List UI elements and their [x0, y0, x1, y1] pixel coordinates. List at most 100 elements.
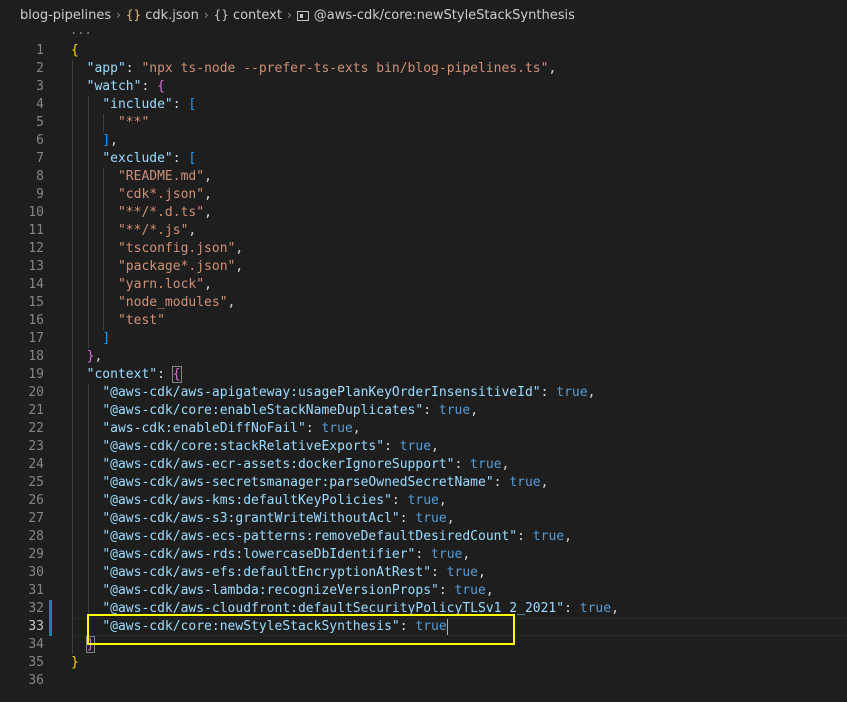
indent-guide: [87, 114, 89, 132]
json-key: "@aws-cdk/aws-lambda:recognizeVersionPro…: [102, 583, 439, 598]
json-key: "exclude": [102, 151, 173, 166]
code-line[interactable]: 11 "**/*.js",: [0, 222, 847, 240]
indent-guide: [87, 222, 89, 240]
indent-guide: [72, 636, 73, 654]
folded-region-marker[interactable]: ...: [70, 24, 92, 36]
code-line[interactable]: 24 "@aws-cdk/aws-ecr-assets:dockerIgnoreS…: [0, 456, 847, 474]
chevron-right-icon: ›: [203, 8, 209, 22]
json-string: "**/*.js": [117, 223, 189, 238]
json-string: "**": [117, 115, 150, 130]
code-line[interactable]: 35}: [0, 654, 847, 672]
indent-guide: [103, 276, 105, 294]
code-line[interactable]: 22 "aws-cdk:enableDiffNoFail": true,: [0, 420, 847, 438]
indent-guide: [87, 456, 89, 474]
code-line[interactable]: 19 "context": {: [0, 366, 847, 384]
indent-guide: [87, 564, 89, 582]
code-line[interactable]: 13 "package*.json",: [0, 258, 847, 276]
indent-guide: [72, 276, 73, 294]
code-line[interactable]: 8 "README.md",: [0, 168, 847, 186]
indent-guide: [87, 474, 89, 492]
code-line[interactable]: 18},: [0, 348, 847, 366]
code-line[interactable]: 15 "node_modules",: [0, 294, 847, 312]
code-line[interactable]: 27 "@aws-cdk/aws-s3:grantWriteWithoutAcl"…: [0, 510, 847, 528]
code-line[interactable]: 9 "cdk*.json",: [0, 186, 847, 204]
indent-guide: [72, 402, 73, 420]
indent-guide: [72, 366, 73, 384]
indent-guide: [72, 456, 73, 474]
code-line[interactable]: 26 "@aws-cdk/aws-kms:defaultKeyPolicies":…: [0, 492, 847, 510]
code-line[interactable]: 25 "@aws-cdk/aws-secretsmanager:parseOwne…: [0, 474, 847, 492]
code-line[interactable]: 10 "**/*.d.ts",: [0, 204, 847, 222]
code-line[interactable]: 4 "include": [: [0, 96, 847, 114]
breadcrumb-folder[interactable]: blog-pipelines: [20, 8, 111, 23]
line-number: 4: [36, 97, 44, 112]
indent-guide: [87, 402, 89, 420]
indent-guide: [72, 294, 73, 312]
code-line[interactable]: 21 "@aws-cdk/core:enableStackNameDuplicat…: [0, 402, 847, 420]
json-boolean: true: [470, 457, 502, 472]
line-number: 11: [28, 223, 44, 238]
code-line[interactable]: 2 "app": "npx ts-node --prefer-ts-exts bi…: [0, 60, 847, 78]
indent-guide: [87, 528, 89, 546]
line-number: 21: [28, 403, 44, 418]
code-line[interactable]: 28 "@aws-cdk/aws-ecs-patterns:removeDefau…: [0, 528, 847, 546]
code-line[interactable]: 12 "tsconfig.json",: [0, 240, 847, 258]
indent-guide: [72, 384, 73, 402]
breadcrumb-context[interactable]: context: [233, 8, 282, 23]
code-line[interactable]: 36: [0, 672, 847, 690]
code-line[interactable]: 17]: [0, 330, 847, 348]
code-editor[interactable]: 1{2 "app": "npx ts-node --prefer-ts-exts …: [0, 42, 847, 690]
line-number: 35: [28, 655, 44, 670]
json-boolean: true: [407, 493, 439, 508]
indent-guide: [87, 492, 89, 510]
code-line[interactable]: 30 "@aws-cdk/aws-efs:defaultEncryptionAtR…: [0, 564, 847, 582]
breadcrumb-file[interactable]: cdk.json: [145, 8, 199, 23]
indent-guide: [87, 510, 89, 528]
text-cursor: [446, 618, 448, 635]
code-line[interactable]: 16 "test": [0, 312, 847, 330]
code-line[interactable]: 3 "watch": {: [0, 78, 847, 96]
indent-guide: [72, 510, 73, 528]
indent-guide: [103, 240, 105, 258]
breadcrumb-symbol[interactable]: @aws-cdk/core:newStyleStackSynthesis: [314, 8, 575, 23]
code-line[interactable]: 32 "@aws-cdk/aws-cloudfront:defaultSecuri…: [0, 600, 847, 618]
line-number: 33: [28, 619, 44, 634]
json-boolean: true: [579, 601, 612, 616]
indent-guide: [87, 312, 89, 330]
indent-guide: [72, 204, 73, 222]
code-line[interactable]: 6],: [0, 132, 847, 150]
json-key: "app": [86, 61, 126, 76]
code-line[interactable]: 14 "yarn.lock",: [0, 276, 847, 294]
indent-guide: [72, 438, 73, 456]
line-number: 13: [28, 259, 44, 274]
code-line[interactable]: 20 "@aws-cdk/aws-apigateway:usagePlanKeyO…: [0, 384, 847, 402]
indent-guide: [87, 186, 89, 204]
json-string: "node_modules": [117, 295, 228, 310]
code-line[interactable]: 1{: [0, 42, 847, 60]
code-line[interactable]: 33 "@aws-cdk/core:newStyleStackSynthesis"…: [0, 618, 847, 636]
code-line[interactable]: 31 "@aws-cdk/aws-lambda:recognizeVersionP…: [0, 582, 847, 600]
code-line[interactable]: 34}: [0, 636, 847, 654]
chevron-right-icon: ›: [116, 8, 121, 22]
indent-guide: [87, 96, 89, 114]
line-number: 19: [28, 367, 44, 382]
json-key: "@aws-cdk/aws-efs:defaultEncryptionAtRes…: [102, 565, 432, 580]
code-line[interactable]: 23 "@aws-cdk/core:stackRelativeExports": …: [0, 438, 847, 456]
code-line[interactable]: 5 "**": [0, 114, 847, 132]
json-string: "test": [117, 313, 165, 328]
json-string: "cdk*.json": [117, 187, 205, 202]
json-boolean: true: [446, 565, 479, 580]
line-number: 25: [28, 475, 44, 490]
line-number: 26: [28, 493, 44, 508]
code-line[interactable]: 29 "@aws-cdk/aws-rds:lowercaseDbIdentifie…: [0, 546, 847, 564]
code-line[interactable]: 7 "exclude": [: [0, 150, 847, 168]
line-number: 8: [36, 169, 44, 184]
modified-line-marker: [49, 618, 52, 636]
indent-guide: [87, 258, 89, 276]
json-string: "package*.json": [117, 259, 236, 274]
indent-guide: [103, 204, 105, 222]
json-key: "@aws-cdk/aws-kms:defaultKeyPolicies": [102, 493, 392, 508]
line-number: 9: [36, 187, 44, 202]
line-number: 1: [36, 43, 44, 58]
line-number: 28: [28, 529, 44, 544]
